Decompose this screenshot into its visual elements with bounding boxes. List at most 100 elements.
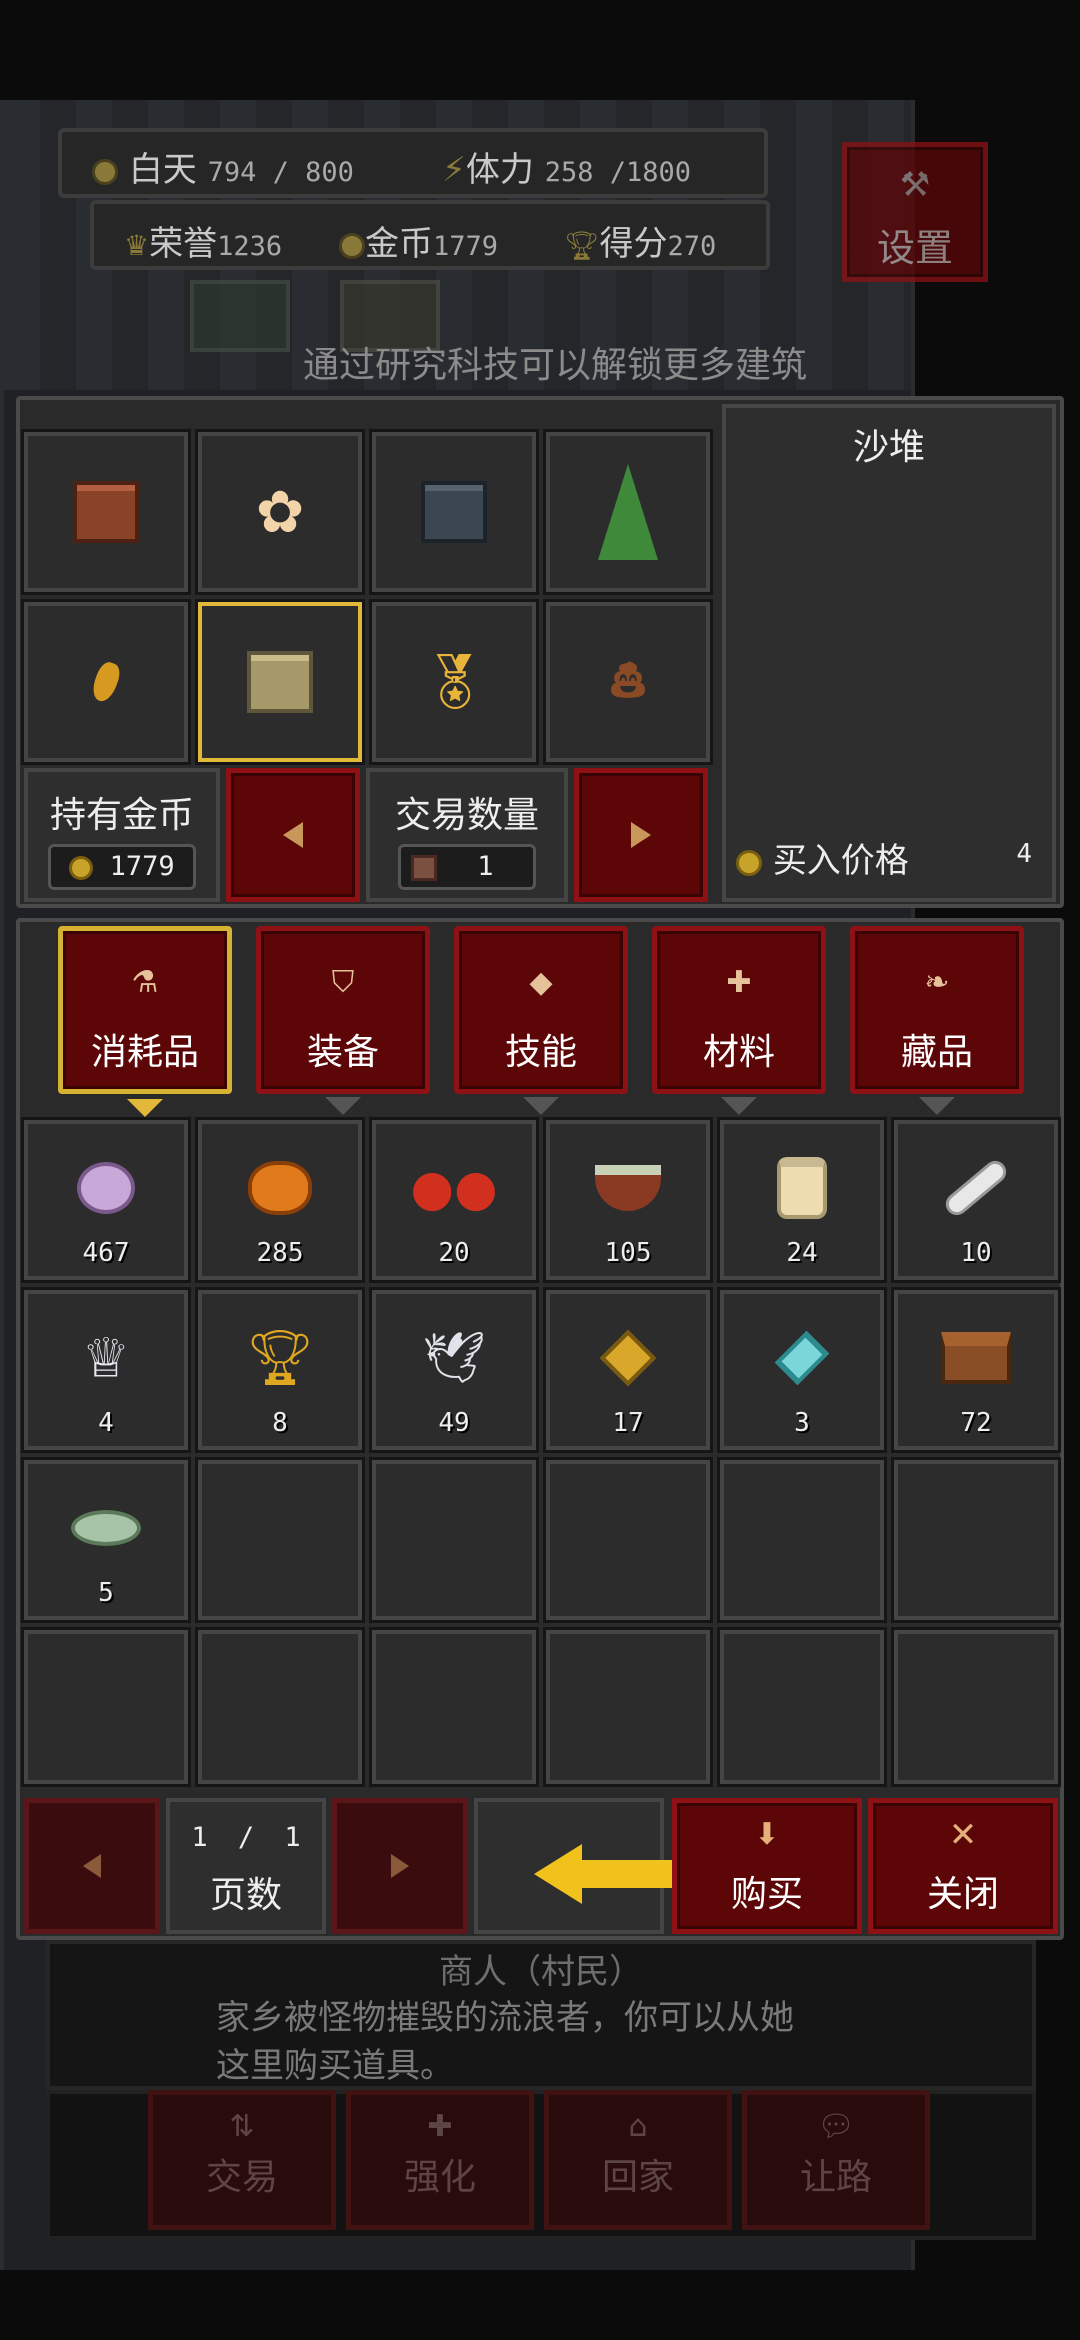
tab-label: 装备	[306, 1032, 379, 1073]
unlock-hint-text: 通过研究科技可以解锁更多建筑	[302, 345, 807, 386]
qty-decrease-button[interactable]	[226, 768, 360, 902]
item-slot-empty[interactable]	[543, 1457, 713, 1623]
item-slot-empty[interactable]	[369, 1457, 539, 1623]
gold-label: 金币	[365, 224, 433, 264]
jar-icon	[777, 1156, 827, 1219]
item-count: 105	[604, 1238, 652, 1268]
next-page-button[interactable]	[332, 1798, 468, 1934]
building-slot[interactable]: 🏅︎	[369, 599, 539, 765]
building-slot[interactable]	[369, 429, 539, 595]
stamina-value: 258 /1800	[544, 157, 691, 188]
held-gold-pill: 1779	[48, 844, 196, 890]
medal-icon: 🏅︎	[419, 650, 489, 713]
material-icon: ✚	[726, 965, 752, 1000]
settings-button[interactable]: ⚒ 设置	[842, 142, 988, 282]
buy-button[interactable]: ⬇ 购买	[672, 1798, 862, 1934]
make-way-button[interactable]: 💬︎ 让路	[742, 2090, 930, 2230]
buy-price-value: 4	[1016, 839, 1032, 869]
item-slot-empty[interactable]	[543, 1627, 713, 1787]
gold-coin-icon	[339, 232, 365, 259]
building-slot-selected[interactable]	[195, 599, 365, 765]
item-slot-empty[interactable]	[891, 1457, 1061, 1623]
building-slot[interactable]: 💩︎	[543, 599, 713, 765]
tab-label: 技能	[504, 1032, 577, 1073]
prev-page-button[interactable]	[24, 1798, 160, 1934]
tab-collectibles[interactable]: ❧ 藏品	[850, 926, 1024, 1115]
item-grid: 467 285 ●● 20 105 24 10 ♕ 4 🏆︎ 8 🕊︎ 49 17 3 …	[21, 1117, 1064, 1787]
item-slot[interactable]: 285	[195, 1117, 365, 1283]
tab-equipment[interactable]: ⛉ 装备	[256, 926, 430, 1115]
status-bar-bottom: ♛荣誉1236 金币1779 🏆︎得分270	[90, 200, 770, 270]
home-icon: ⌂	[628, 2109, 648, 2144]
item-slot-empty[interactable]	[195, 1627, 365, 1787]
status-bar-top: 白天 794 / 800 ⚡体力 258 /1800	[58, 128, 768, 198]
trade-qty-pill: 1	[398, 844, 536, 890]
tab-consumables[interactable]: ⚗ 消耗品	[58, 926, 232, 1117]
item-count: 20	[438, 1238, 470, 1268]
pumpkin-icon	[248, 1160, 312, 1215]
item-count: 17	[612, 1408, 644, 1438]
trade-button[interactable]: ⇅ 交易	[148, 2090, 336, 2230]
item-slot[interactable]: 467	[21, 1117, 191, 1283]
tab-skills[interactable]: ◆ 技能	[454, 926, 628, 1115]
held-gold-label: 持有金币	[49, 795, 194, 836]
building-slot[interactable]	[543, 429, 713, 595]
item-slot[interactable]: 24	[717, 1117, 887, 1283]
crown-small-icon: ♛	[124, 229, 150, 262]
item-slot[interactable]: 🕊︎ 49	[369, 1287, 539, 1453]
stamina-icon: ⚡	[442, 150, 466, 190]
arrow-right-icon	[391, 1854, 409, 1878]
item-count: 285	[256, 1238, 304, 1268]
tab-materials[interactable]: ✚ 材料	[652, 926, 826, 1115]
home-button[interactable]: ⌂ 回家	[544, 2090, 732, 2230]
tab-pointer-icon	[127, 1099, 163, 1117]
shield-icon: ⛉	[331, 965, 355, 1000]
merchant-title: 商人（村民）	[439, 1952, 643, 1992]
item-slot[interactable]: 5	[21, 1457, 191, 1623]
poop-icon: 💩︎	[611, 647, 645, 713]
held-gold-box: 持有金币 1779	[24, 768, 220, 902]
item-slot[interactable]: 72	[891, 1287, 1061, 1453]
item-slot[interactable]: 105	[543, 1117, 713, 1283]
tab-pointer-icon	[919, 1097, 955, 1115]
selected-info-panel: 沙堆 买入价格 4	[722, 404, 1056, 902]
chalice-icon: 🏆︎	[245, 1325, 315, 1389]
chest-icon	[941, 1331, 1011, 1384]
trade-label: 交易	[205, 2157, 278, 2198]
buy-price-row: 买入价格 4	[736, 833, 1042, 882]
score-value: 270	[667, 231, 717, 262]
qty-increase-button[interactable]	[574, 768, 708, 902]
item-count: 4	[98, 1408, 114, 1438]
sun-icon	[92, 158, 118, 185]
arrow-left-icon	[283, 822, 303, 848]
page-numbers: 1 / 1	[170, 1822, 322, 1853]
item-slot-empty[interactable]	[717, 1627, 887, 1787]
crown-icon: ♕	[81, 1326, 131, 1390]
close-button[interactable]: ✕ 关闭	[868, 1798, 1058, 1934]
item-slot-empty[interactable]	[717, 1457, 887, 1623]
item-count: 49	[438, 1408, 470, 1438]
trophy-icon: 🏆︎	[564, 229, 600, 262]
tab-pointer-icon	[523, 1097, 559, 1115]
building-slot[interactable]	[21, 429, 191, 595]
building-slot[interactable]	[21, 599, 191, 765]
item-slot[interactable]: 10	[891, 1117, 1061, 1283]
berries-icon: ●●	[410, 1158, 498, 1217]
item-slot[interactable]: 🏆︎ 8	[195, 1287, 365, 1453]
item-slot[interactable]: ♕ 4	[21, 1287, 191, 1453]
building-slot[interactable]: ✿	[195, 429, 365, 595]
item-slot[interactable]: 17	[543, 1287, 713, 1453]
upgrade-button[interactable]: ✚ 强化	[346, 2090, 534, 2230]
item-slot[interactable]: 3	[717, 1287, 887, 1453]
item-slot-empty[interactable]	[891, 1627, 1061, 1787]
item-count: 10	[960, 1238, 992, 1268]
speech-icon: 💬︎	[816, 2109, 856, 2144]
fish-icon	[71, 1509, 141, 1546]
item-slot[interactable]: ●● 20	[369, 1117, 539, 1283]
item-slot-empty[interactable]	[369, 1627, 539, 1787]
item-slot-empty[interactable]	[21, 1627, 191, 1787]
buy-arrow-icon: ⬇	[754, 1817, 780, 1852]
item-slot-empty[interactable]	[195, 1457, 365, 1623]
tab-pointer-icon	[325, 1097, 361, 1115]
coin-icon	[69, 855, 94, 880]
